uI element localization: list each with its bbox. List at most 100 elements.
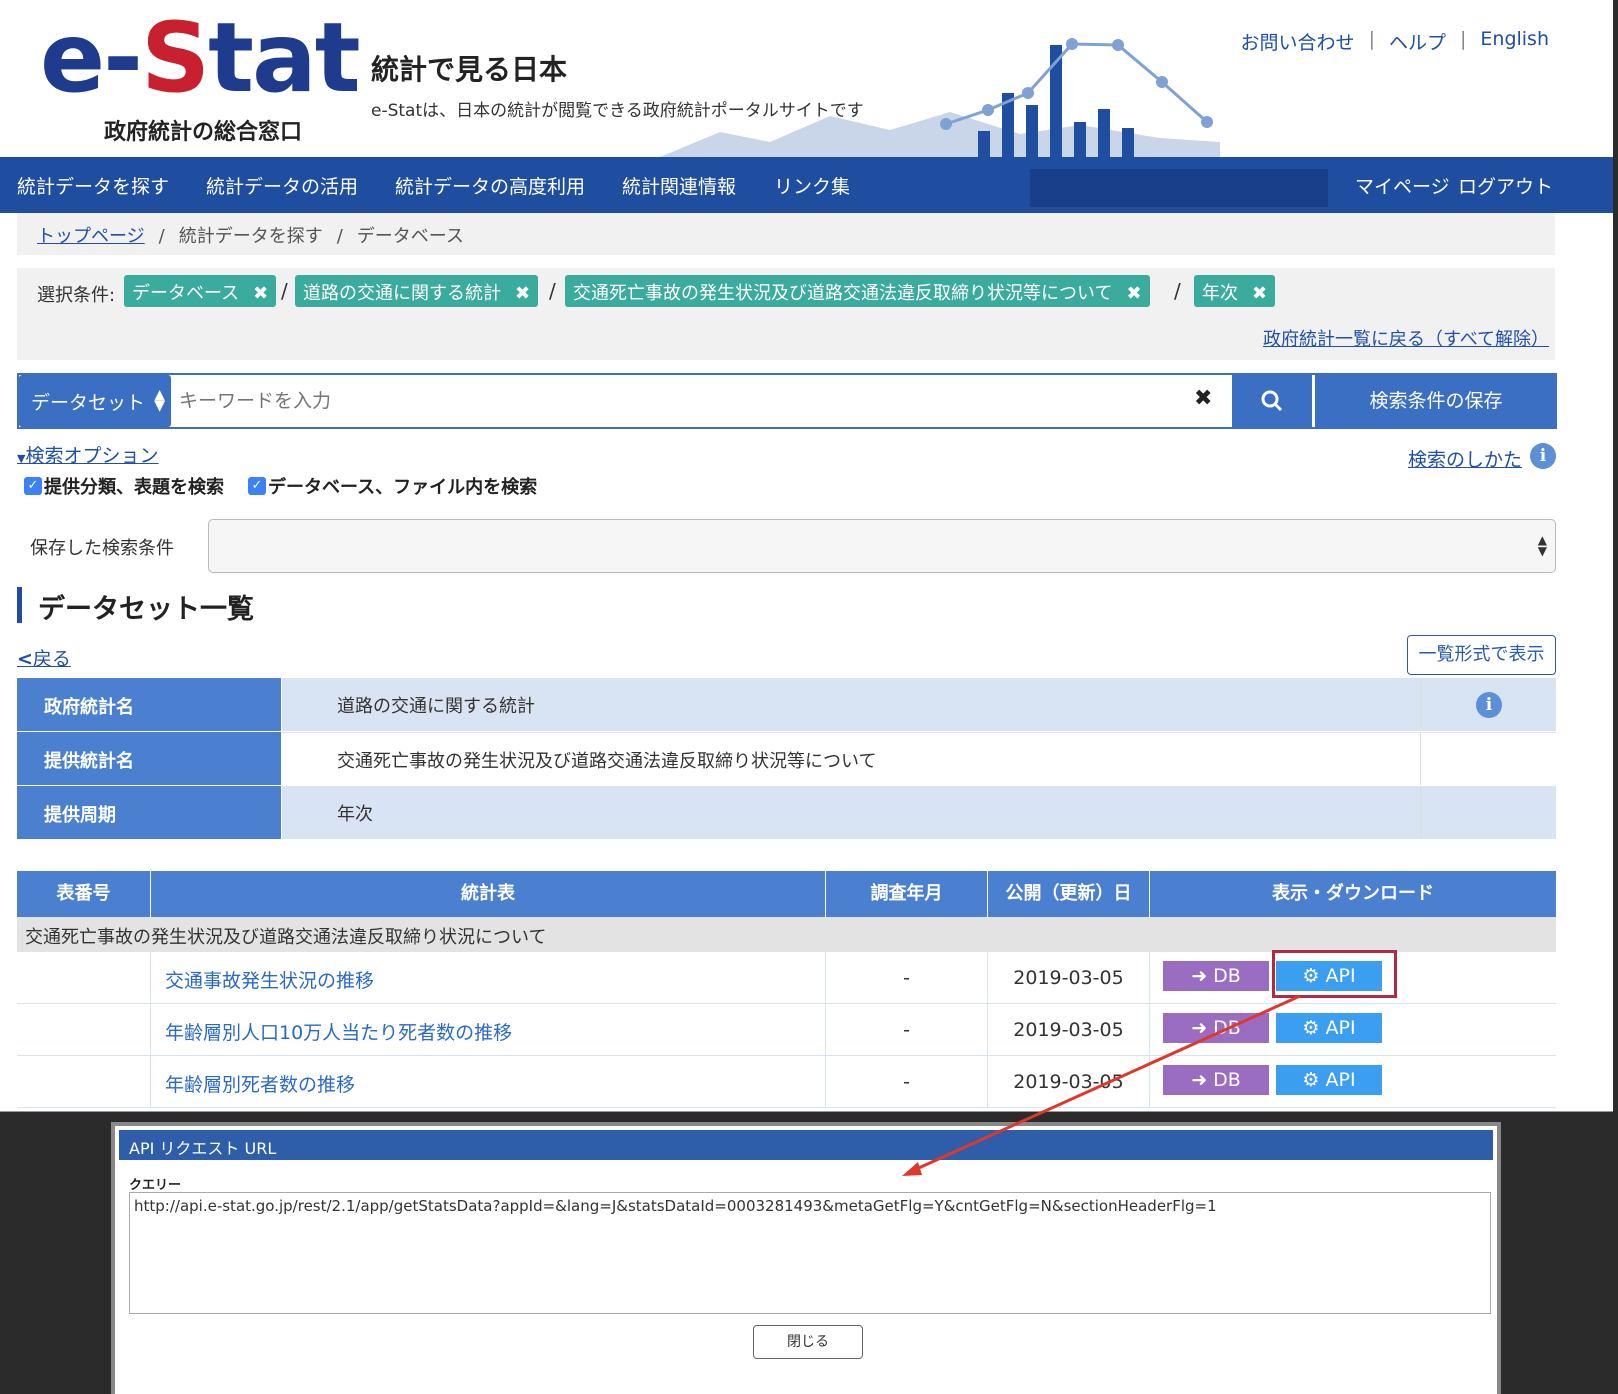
info-value: 交通死亡事故の発生状況及び道路交通法違反取締り状況等について [282, 732, 1437, 785]
logo-text-left: e- [40, 2, 143, 114]
select-arrows-icon: ▲ ▼ [1537, 533, 1547, 558]
search-icon [1261, 390, 1283, 412]
info-label: 提供周期 [17, 786, 281, 839]
column-header-stats-table: 統計表 [151, 871, 826, 917]
publish-date-cell: 2019-03-05 [988, 1056, 1150, 1108]
api-button[interactable]: ⚙ API [1276, 1013, 1382, 1043]
chip-label: 道路の交通に関する統計 [303, 283, 501, 304]
info-label: 政府統計名 [17, 678, 281, 731]
query-label: クエリー [129, 1178, 182, 1193]
table-row: 年齢層別死者数の推移 - 2019-03-05 ➜ DB ⚙ API [17, 1056, 1556, 1108]
save-search-button[interactable]: 検索条件の保存 [1315, 373, 1557, 429]
nav-item-links[interactable]: リンク集 [774, 172, 850, 199]
info-extra-cell: i [1420, 678, 1556, 731]
info-row: 政府統計名 道路の交通に関する統計 i [17, 678, 1556, 732]
clear-icon[interactable]: ✖ [1194, 386, 1212, 411]
remove-icon[interactable]: ✖ [253, 283, 268, 304]
survey-date-cell: - [826, 952, 988, 1004]
browser-window: e-Stat 政府統計の総合窓口 統計で見る日本 e-Statは、日本の統計が閲… [0, 0, 1613, 1112]
top-link-separator: | [1368, 28, 1375, 50]
chevron-left-icon: < [17, 648, 33, 670]
breadcrumb-database: データベース [356, 226, 464, 247]
publish-date-cell: 2019-03-05 [988, 1004, 1150, 1056]
dialog-title: API リクエスト URL [119, 1130, 1493, 1160]
info-label: 提供統計名 [17, 732, 281, 785]
table-no-cell [17, 1004, 151, 1056]
info-icon[interactable]: i [1530, 443, 1556, 469]
checkbox-checked-icon[interactable]: ✓ [248, 477, 266, 495]
stats-title-cell: 交通事故発生状況の推移 [151, 952, 826, 1004]
estat-logo[interactable]: e-Stat [40, 10, 361, 106]
breadcrumb: トップページ / 統計データを探す / データベース [17, 213, 1555, 255]
condition-chip-road-traffic[interactable]: 道路の交通に関する統計 ✖ [295, 275, 539, 307]
back-label: 戻る [32, 648, 71, 670]
stats-table-link[interactable]: 交通事故発生状況の推移 [165, 966, 374, 993]
breadcrumb-separator: / [336, 226, 343, 247]
table-row: 年齢層別人口10万人当たり死者数の推移 - 2019-03-05 ➜ DB ⚙ … [17, 1004, 1556, 1056]
stats-table-link[interactable]: 年齢層別人口10万人当たり死者数の推移 [165, 1018, 512, 1045]
remove-icon[interactable]: ✖ [1126, 283, 1141, 304]
logo-subtitle: 政府統計の総合窓口 [104, 120, 303, 145]
section-title: データセット一覧 [17, 587, 254, 625]
nav-item-search-data[interactable]: 統計データを探す [17, 172, 169, 199]
checkbox-search-files[interactable]: ✓ データベース、ファイル内を検索 [248, 473, 537, 499]
logo-text-right: tat [208, 2, 361, 114]
db-button[interactable]: ➜ DB [1163, 961, 1269, 991]
info-extra-cell [1420, 786, 1556, 839]
column-header-publish-date: 公開（更新）日 [988, 871, 1150, 917]
saved-conditions-label: 保存した検索条件 [30, 538, 174, 559]
english-link[interactable]: English [1480, 28, 1549, 55]
checkbox-search-titles[interactable]: ✓ 提供分類、表題を検索 [24, 473, 224, 499]
breadcrumb-top[interactable]: トップページ [37, 226, 145, 247]
reset-conditions-link[interactable]: 政府統計一覧に戻る（すべて解除） [1263, 325, 1549, 351]
help-link[interactable]: ヘルプ [1389, 28, 1446, 55]
back-link[interactable]: <戻る [17, 644, 71, 671]
api-button[interactable]: ⚙ API [1276, 1065, 1382, 1095]
saved-conditions-select[interactable]: ▲ ▼ [208, 519, 1556, 573]
list-view-button[interactable]: 一覧形式で表示 [1407, 635, 1556, 675]
info-icon[interactable]: i [1476, 692, 1502, 718]
table-header: 表番号 統計表 調査年月 公開（更新）日 表示・ダウンロード [17, 871, 1556, 917]
condition-chip-fatal-accidents[interactable]: 交通死亡事故の発生状況及び道路交通法違反取締り状況等について ✖ [565, 275, 1150, 307]
db-button[interactable]: ➜ DB [1163, 1013, 1269, 1043]
nav-redacted-area [1030, 169, 1328, 207]
table-no-cell [17, 1056, 151, 1108]
db-button[interactable]: ➜ DB [1163, 1065, 1269, 1095]
search-button[interactable] [1232, 373, 1312, 429]
contact-link[interactable]: お問い合わせ [1241, 28, 1355, 55]
close-button[interactable]: 閉じる [753, 1325, 863, 1359]
condition-chip-annual[interactable]: 年次 ✖ [1194, 275, 1276, 307]
site-header: e-Stat 政府統計の総合窓口 統計で見る日本 e-Statは、日本の統計が閲… [0, 0, 1613, 157]
search-type-select[interactable]: データセット ▲ ▼ [19, 375, 171, 427]
nav-item-data-usage[interactable]: 統計データの活用 [206, 172, 358, 199]
table-group-row: 交通死亡事故の発生状況及び道路交通法違反取締り状況について [17, 917, 1556, 952]
breadcrumb-separator: / [158, 226, 165, 247]
search-type-value: データセット [31, 392, 146, 414]
chip-label: データベース [132, 283, 240, 304]
checkbox-checked-icon[interactable]: ✓ [24, 477, 42, 495]
chip-label: 交通死亡事故の発生状況及び道路交通法違反取締り状況等について [573, 283, 1113, 304]
survey-date-cell: - [826, 1056, 988, 1108]
api-url-textarea[interactable]: http://api.e-stat.go.jp/rest/2.1/app/get… [129, 1192, 1491, 1314]
column-header-table-no: 表番号 [17, 871, 151, 917]
nav-item-related-info[interactable]: 統計関連情報 [622, 172, 736, 199]
search-options-label: 検索オプション [25, 445, 159, 467]
checkbox-label: 提供分類、表題を検索 [44, 477, 224, 498]
nav-item-logout[interactable]: ログアウト [1458, 172, 1553, 199]
search-howto-link[interactable]: 検索のしかた [1408, 445, 1522, 472]
top-link-separator: | [1459, 28, 1467, 50]
stats-table-link[interactable]: 年齢層別死者数の推移 [165, 1070, 355, 1097]
info-row: 提供統計名 交通死亡事故の発生状況及び道路交通法違反取締り状況等について [17, 732, 1556, 786]
nav-item-advanced-usage[interactable]: 統計データの高度利用 [395, 172, 585, 199]
search-options-toggle[interactable]: ▼検索オプション [17, 441, 158, 468]
selected-conditions: 選択条件: データベース ✖ / 道路の交通に関する統計 ✖ / 交通死亡事故の発生… [17, 268, 1555, 360]
search-input[interactable] [179, 383, 1179, 419]
nav-item-mypage[interactable]: マイページ [1355, 172, 1450, 199]
remove-icon[interactable]: ✖ [515, 283, 530, 304]
dataset-info-table: 政府統計名 道路の交通に関する統計 i 提供統計名 交通死亡事故の発生状況及び道… [17, 678, 1556, 840]
column-header-view-download: 表示・ダウンロード [1272, 883, 1434, 904]
remove-icon[interactable]: ✖ [1252, 283, 1267, 304]
condition-chip-database[interactable]: データベース ✖ [124, 275, 277, 307]
chip-separator: / [549, 279, 556, 303]
api-url-dialog: API リクエスト URL クエリー http://api.e-stat.go.… [111, 1122, 1501, 1394]
